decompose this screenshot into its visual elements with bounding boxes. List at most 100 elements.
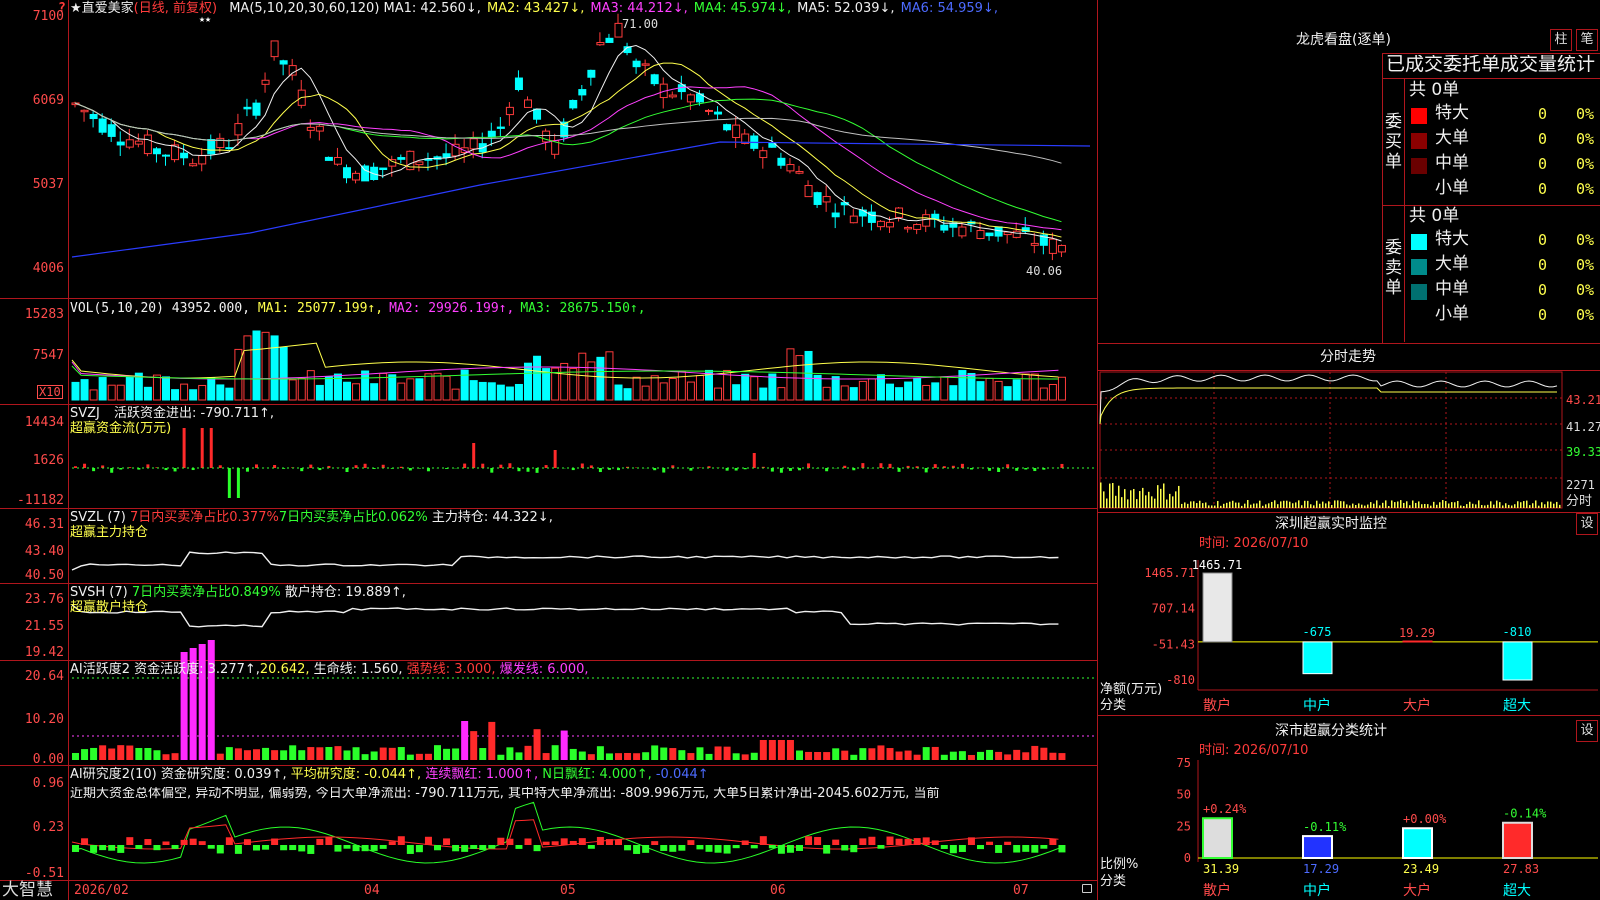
activity-bar — [624, 752, 632, 760]
monitor-bar — [1302, 641, 1333, 675]
candle-body — [605, 37, 614, 43]
svzl-c: 主力持仓: 44.322↓, — [431, 510, 553, 525]
activity-bar — [316, 747, 324, 760]
activity-bar — [126, 745, 134, 760]
fund-flow-bar — [897, 468, 901, 472]
sz-monitor-chart[interactable]: 1465.71 707.14 -51.43 -810 1465.71 散户 -675 中户 19… — [1098, 0, 1600, 900]
candle-body — [216, 137, 225, 148]
stats-category-label: 超大 — [1503, 883, 1531, 899]
fund-flow-bar — [997, 468, 1001, 472]
ma60-line — [74, 102, 1062, 164]
volume-bar — [71, 381, 80, 401]
activity-bar — [605, 753, 613, 760]
fund-flow-bar — [689, 468, 693, 471]
event-stars[interactable]: ★★ — [199, 15, 211, 25]
research-bar — [81, 838, 89, 845]
monitor-category-label: 大户 — [1403, 697, 1431, 714]
activity-bar — [886, 748, 894, 760]
candle-body — [813, 192, 822, 205]
activity-bar — [859, 748, 867, 760]
research-bar — [805, 836, 813, 845]
candle-body — [578, 89, 587, 96]
candle-body — [162, 154, 170, 157]
ma-value: MA1: 42.560↓, — [383, 1, 481, 16]
volume-bar — [831, 376, 840, 401]
candle-body — [388, 159, 397, 167]
svzl-caption: 超赢主力持仓 — [70, 525, 149, 540]
research-bar — [714, 845, 722, 853]
y-label: 19.42 — [24, 645, 64, 660]
research-bar — [99, 845, 107, 851]
svsh-caption: 超赢散户持仓 — [70, 600, 149, 615]
stats-value-label: 31.39 — [1203, 862, 1239, 876]
activity-bar — [768, 740, 776, 760]
candle-body — [180, 152, 189, 159]
fund-flow-bar — [200, 428, 204, 468]
volume-bar — [80, 379, 89, 401]
sz-monitor-caption: 净额(万元) — [1100, 682, 1163, 697]
volume-bar — [741, 373, 750, 401]
activity-bar — [986, 749, 994, 760]
monitor-value-label: 1465.71 — [1192, 558, 1243, 572]
research-bar — [986, 841, 994, 845]
left-chart-area[interactable]: ★直爱美家(日线, 前复权) MA(5,10,20,30,60,120) MA1… — [0, 0, 1098, 900]
volume-bar — [904, 381, 913, 401]
volume-bar — [1012, 379, 1021, 401]
research-bar — [280, 845, 288, 851]
candle-body — [125, 139, 134, 148]
research-bar — [868, 836, 876, 845]
research-bar — [488, 845, 496, 849]
candle-body — [514, 77, 523, 91]
research-bar — [696, 845, 704, 850]
candle-body — [569, 99, 578, 109]
research-bar — [443, 838, 451, 845]
volume-bar — [922, 384, 931, 401]
candle-body — [270, 40, 279, 58]
lock-icon[interactable] — [1082, 884, 1092, 893]
research-bar — [832, 839, 840, 845]
activity-bar — [397, 747, 405, 760]
activity-bar — [1004, 754, 1012, 760]
volume-bar — [1021, 373, 1030, 401]
volume-bar — [225, 387, 234, 401]
svsh-b: 散户持仓: 19.889↑, — [284, 585, 406, 600]
volume-bar — [125, 376, 134, 401]
stats-change-label: +0.00% — [1403, 812, 1447, 826]
volume-bar — [487, 382, 496, 401]
sz-stats-caption2: 分类 — [1100, 874, 1127, 889]
activity-bar — [877, 745, 885, 760]
sz-stats-settings-button[interactable]: 设 — [1576, 720, 1598, 742]
svzj-value: 活跃资金进出: -790.711↑, — [114, 406, 275, 421]
research-bar — [415, 845, 423, 853]
ma-value: MA2: 43.427↓, — [486, 1, 585, 16]
svzl-title: SVZL (7) — [70, 510, 126, 525]
candle-body — [134, 140, 143, 145]
activity-bar — [352, 747, 360, 760]
candle-body — [143, 134, 152, 155]
activity-bar — [424, 753, 432, 760]
volume-bar — [198, 384, 207, 401]
brand-logo[interactable]: 大智慧 — [2, 882, 53, 899]
research-bar — [171, 845, 179, 849]
fund-flow-bar — [345, 468, 349, 473]
candlestick-chart[interactable] — [0, 0, 1098, 900]
stats-y-label: 50 — [1177, 788, 1191, 802]
candle-body — [243, 106, 252, 110]
activity-bar — [814, 751, 822, 760]
volume-bar — [533, 355, 542, 401]
research-bar — [732, 845, 740, 849]
ai-active-a: 资金活跃度: 3.277↑, — [134, 662, 260, 677]
volume-bar — [759, 387, 768, 401]
research-bar — [1040, 845, 1048, 849]
candle-body — [849, 215, 858, 224]
volume-bar — [415, 378, 424, 401]
volume-bar — [397, 382, 406, 401]
activity-bar — [1022, 752, 1030, 760]
activity-bar — [415, 753, 423, 760]
fund-flow-bar — [209, 428, 213, 468]
activity-bar — [343, 750, 351, 760]
research-bar — [859, 838, 867, 845]
activity-bar — [225, 747, 233, 760]
candle-body — [80, 109, 89, 113]
high-marker: 71.00 — [622, 17, 659, 31]
